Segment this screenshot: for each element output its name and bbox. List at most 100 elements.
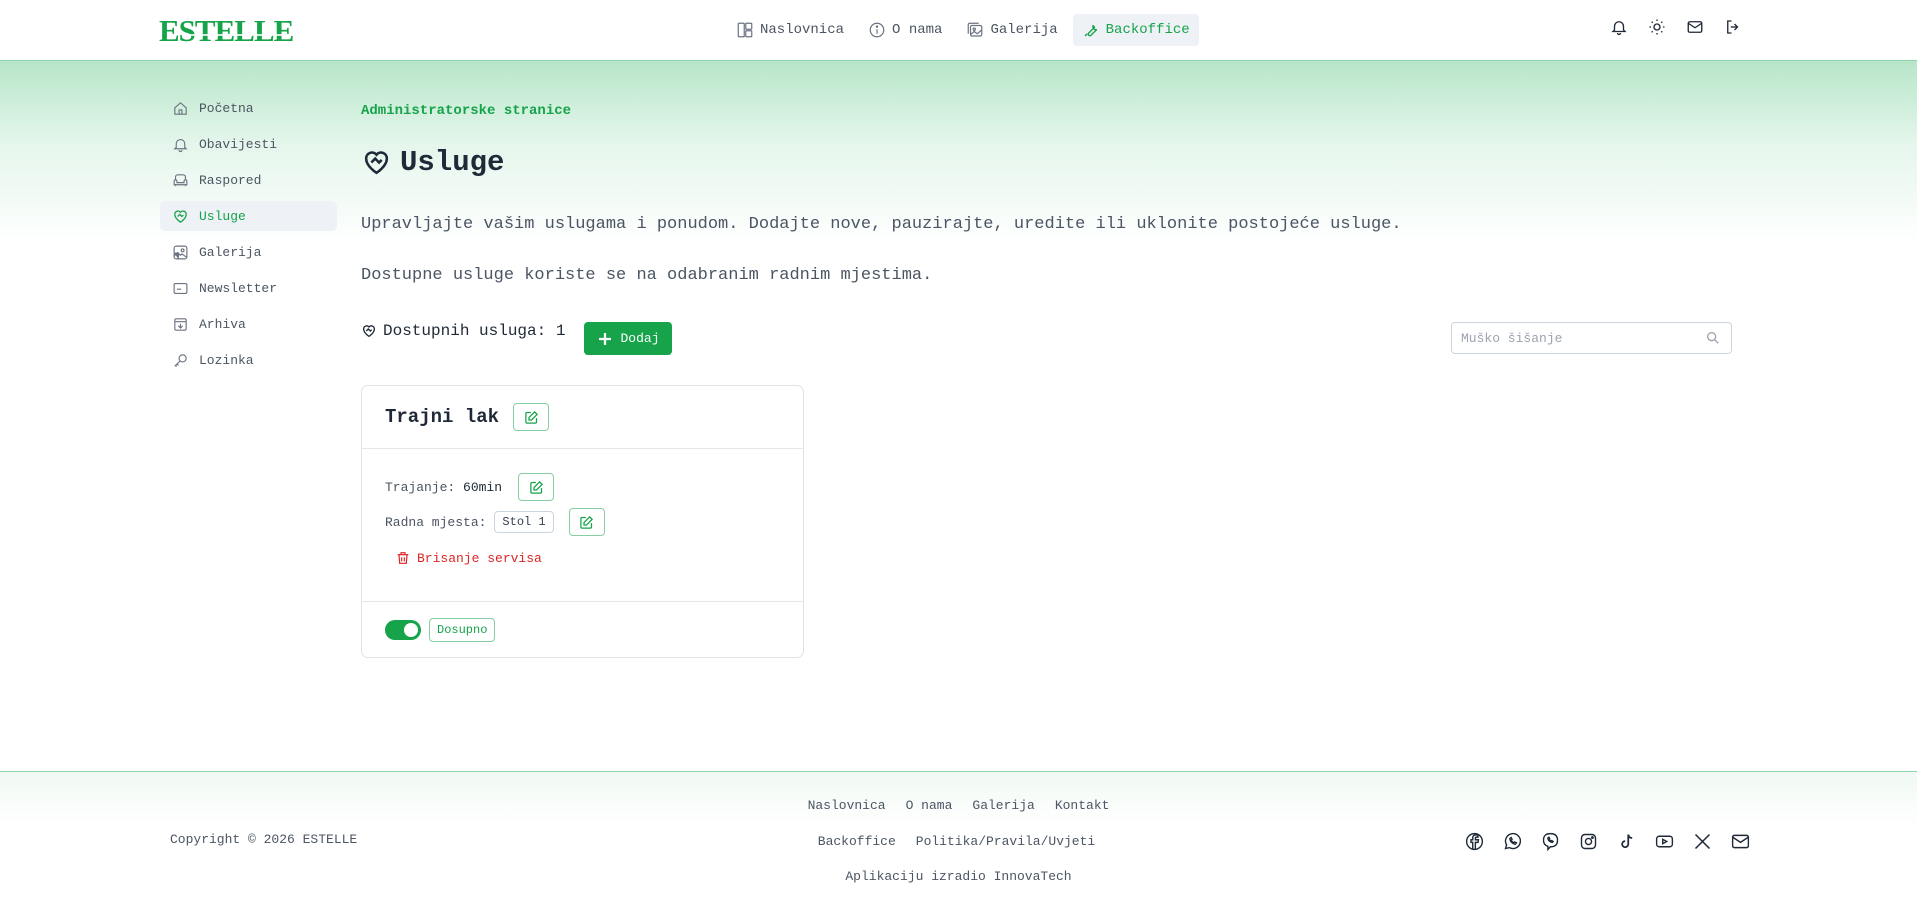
- service-card: Trajni lak Trajanje: 60min Radna mjesta:…: [361, 385, 804, 658]
- search-icon[interactable]: [1705, 330, 1721, 346]
- sidebar-item-raspored[interactable]: Raspored: [160, 165, 337, 195]
- sidebar-item-label: Newsletter: [199, 280, 278, 296]
- sidebar: Početna Obavijesti Raspored Usluge Galer…: [160, 93, 337, 381]
- social-links: [1464, 831, 1751, 852]
- sidebar-item-obavijesti[interactable]: Obavijesti: [160, 129, 337, 159]
- add-button-label: Dodaj: [620, 331, 660, 346]
- bell-icon: [172, 136, 189, 153]
- service-name: Trajni lak: [385, 406, 500, 428]
- gallery-icon: [966, 21, 984, 39]
- trash-icon: [395, 550, 411, 566]
- plus-icon: [596, 330, 614, 348]
- sidebar-item-label: Usluge: [199, 208, 246, 224]
- footer-link-backoffice[interactable]: Backoffice: [818, 834, 896, 849]
- info-icon: [868, 21, 886, 39]
- status-badge: Dosupno: [429, 618, 496, 642]
- footer-link-galerija[interactable]: Galerija: [972, 798, 1034, 813]
- nav-item-galerija[interactable]: Galerija: [957, 14, 1066, 46]
- logout-icon[interactable]: [1724, 18, 1742, 36]
- x-icon[interactable]: [1692, 831, 1713, 852]
- service-card-header: Trajni lak: [362, 386, 803, 449]
- workplaces-row: Radna mjesta: Stol 1: [385, 508, 605, 536]
- service-card-body: Trajanje: 60min Radna mjesta: Stol 1 Bri…: [362, 449, 803, 602]
- footer-link-o-nama[interactable]: O nama: [906, 798, 953, 813]
- facebook-icon[interactable]: [1464, 831, 1485, 852]
- workplace-chip: Stol 1: [494, 511, 554, 533]
- instagram-icon[interactable]: [1578, 831, 1599, 852]
- sidebar-item-arhiva[interactable]: Arhiva: [160, 309, 337, 339]
- top-actions: [1610, 18, 1742, 36]
- service-count-label: Dostupnih usluga: 1: [383, 322, 566, 340]
- edit-icon: [529, 480, 544, 495]
- sidebar-item-label: Raspored: [199, 172, 262, 188]
- edit-workplaces-button[interactable]: [568, 508, 605, 536]
- armchair-icon: [172, 172, 189, 189]
- breadcrumb[interactable]: Administratorske stranice: [361, 103, 571, 119]
- service-card-footer: Dosupno: [362, 602, 803, 658]
- whatsapp-icon[interactable]: [1502, 831, 1523, 852]
- delete-service-button[interactable]: Brisanje servisa: [395, 550, 542, 566]
- sidebar-item-pocetna[interactable]: Početna: [160, 93, 337, 123]
- duration-text: Trajanje: 60min: [385, 480, 502, 495]
- sidebar-item-newsletter[interactable]: Newsletter: [160, 273, 337, 303]
- sidebar-item-label: Početna: [199, 100, 254, 116]
- archive-icon: [172, 316, 189, 333]
- nav-label: O nama: [892, 22, 943, 38]
- sidebar-item-usluge[interactable]: Usluge: [160, 201, 337, 231]
- edit-duration-button[interactable]: [518, 473, 555, 501]
- delete-label: Brisanje servisa: [417, 550, 542, 566]
- search-input[interactable]: [1452, 323, 1692, 353]
- sidebar-item-lozinka[interactable]: Lozinka: [160, 345, 337, 375]
- viber-icon[interactable]: [1540, 831, 1561, 852]
- service-count: Dostupnih usluga: 1: [361, 322, 565, 340]
- footer-credit[interactable]: Aplikaciju izradio InnovaTech: [845, 869, 1071, 884]
- page-title-text: Usluge: [400, 146, 505, 179]
- edit-icon: [579, 515, 594, 530]
- search-box: [1451, 322, 1732, 354]
- footer-link-naslovnica[interactable]: Naslovnica: [808, 798, 886, 813]
- sidebar-item-label: Lozinka: [199, 352, 254, 368]
- availability-toggle[interactable]: [385, 620, 421, 640]
- add-service-button[interactable]: Dodaj: [584, 322, 672, 355]
- nav-label: Naslovnica: [760, 22, 845, 38]
- footer-link-kontakt[interactable]: Kontakt: [1055, 798, 1110, 813]
- top-navigation: Naslovnica O nama Galerija Backoffice: [727, 14, 1199, 46]
- page-description: Upravljajte vašim uslugama i ponudom. Do…: [361, 215, 1402, 234]
- nav-item-o-nama[interactable]: O nama: [859, 14, 951, 46]
- duration-value: 60min: [463, 479, 503, 495]
- mail-icon[interactable]: [1730, 831, 1751, 852]
- youtube-icon[interactable]: [1654, 831, 1675, 852]
- nav-label: Backoffice: [1105, 22, 1190, 38]
- logo[interactable]: ESTELLE: [159, 15, 294, 46]
- mail-icon[interactable]: [1686, 18, 1704, 36]
- newsletter-icon: [172, 280, 189, 297]
- wrench-icon: [1082, 21, 1100, 39]
- footer-credit-row: Aplikaciju izradio InnovaTech: [0, 869, 1917, 884]
- footer-links-row1: Naslovnica O nama Galerija Kontakt: [0, 798, 1917, 813]
- nav-item-backoffice[interactable]: Backoffice: [1072, 14, 1199, 46]
- workplaces-label: Radna mjesta:: [385, 514, 487, 530]
- nav-item-naslovnica[interactable]: Naslovnica: [727, 14, 853, 46]
- tiktok-icon[interactable]: [1616, 831, 1637, 852]
- page-description-secondary: Dostupne usluge koriste se na odabranim …: [361, 266, 933, 285]
- heart-handshake-icon: [361, 323, 377, 339]
- footer: Copyright © 2026 ESTELLE Naslovnica O na…: [0, 771, 1917, 907]
- duration-row: Trajanje: 60min: [385, 473, 555, 501]
- top-header: ESTELLE Naslovnica O nama Galerija Backo…: [0, 0, 1917, 61]
- page-title: Usluge: [361, 146, 504, 179]
- layout-icon: [736, 21, 754, 39]
- home-icon: [172, 100, 189, 117]
- heart-handshake-icon: [172, 208, 189, 225]
- gallery-icon: [172, 244, 189, 261]
- sun-icon[interactable]: [1648, 18, 1666, 36]
- footer-link-politika[interactable]: Politika/Pravila/Uvjeti: [916, 834, 1095, 849]
- nav-label: Galerija: [990, 22, 1058, 38]
- edit-name-button[interactable]: [513, 403, 550, 431]
- heart-handshake-icon: [361, 147, 392, 178]
- bell-icon[interactable]: [1610, 18, 1628, 36]
- sidebar-item-label: Obavijesti: [199, 136, 278, 152]
- edit-icon: [524, 410, 539, 425]
- sidebar-item-label: Arhiva: [199, 316, 246, 332]
- sidebar-item-galerija[interactable]: Galerija: [160, 237, 337, 267]
- duration-label: Trajanje:: [385, 479, 456, 495]
